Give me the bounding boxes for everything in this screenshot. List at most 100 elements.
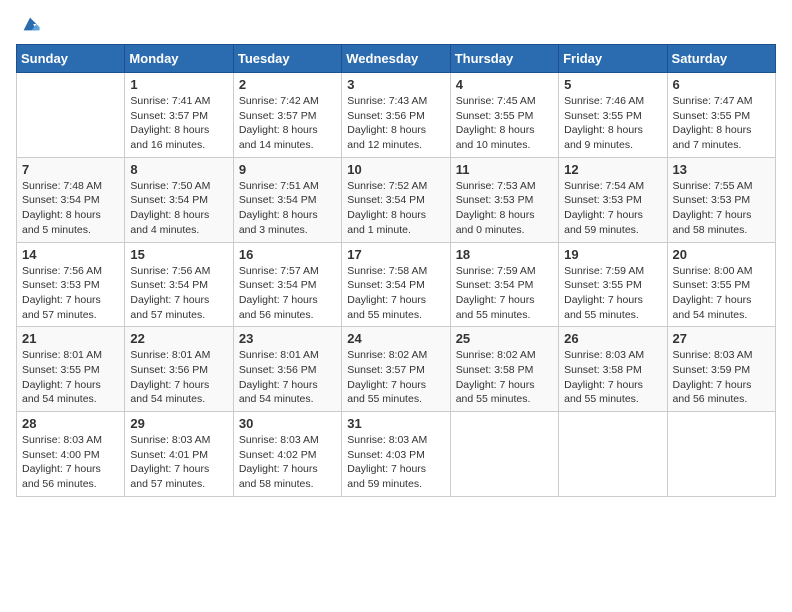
- logo: [16, 16, 40, 32]
- day-number: 13: [673, 162, 770, 177]
- day-info: Sunrise: 7:54 AMSunset: 3:53 PMDaylight:…: [564, 179, 661, 238]
- day-number: 5: [564, 77, 661, 92]
- weekday-header-saturday: Saturday: [667, 45, 775, 73]
- day-info: Sunrise: 7:45 AMSunset: 3:55 PMDaylight:…: [456, 94, 553, 153]
- day-info: Sunrise: 7:50 AMSunset: 3:54 PMDaylight:…: [130, 179, 227, 238]
- calendar-cell: 2Sunrise: 7:42 AMSunset: 3:57 PMDaylight…: [233, 73, 341, 158]
- day-info: Sunrise: 8:02 AMSunset: 3:57 PMDaylight:…: [347, 348, 444, 407]
- day-number: 10: [347, 162, 444, 177]
- calendar-cell: 9 Sunrise: 7:51 AMSunset: 3:54 PMDaylight…: [233, 157, 341, 242]
- calendar-cell: 13 Sunrise: 7:55 AMSunset: 3:53 PMDayligh…: [667, 157, 775, 242]
- weekday-header-friday: Friday: [559, 45, 667, 73]
- calendar-cell: 28Sunrise: 8:03 AMSunset: 4:00 PMDayligh…: [17, 412, 125, 497]
- calendar-cell: [17, 73, 125, 158]
- day-number: 11: [456, 162, 553, 177]
- day-number: 25: [456, 331, 553, 346]
- day-number: 31: [347, 416, 444, 431]
- day-number: 3: [347, 77, 444, 92]
- calendar-cell: 14 Sunrise: 7:56 AMSunset: 3:53 PMDayligh…: [17, 242, 125, 327]
- calendar-cell: 24 Sunrise: 8:02 AMSunset: 3:57 PMDayligh…: [342, 327, 450, 412]
- day-info: Sunrise: 8:01 AMSunset: 3:55 PMDaylight:…: [22, 348, 119, 407]
- day-info: Sunrise: 7:41 AMSunset: 3:57 PMDaylight:…: [130, 94, 227, 153]
- calendar-cell: [450, 412, 558, 497]
- calendar-cell: 23Sunrise: 8:01 AMSunset: 3:56 PMDayligh…: [233, 327, 341, 412]
- day-info: Sunrise: 8:03 AMSunset: 3:59 PMDaylight:…: [673, 348, 770, 407]
- weekday-header-wednesday: Wednesday: [342, 45, 450, 73]
- day-number: 1: [130, 77, 227, 92]
- calendar-cell: 3 Sunrise: 7:43 AMSunset: 3:56 PMDaylight…: [342, 73, 450, 158]
- week-row-3: 14 Sunrise: 7:56 AMSunset: 3:53 PMDayligh…: [17, 242, 776, 327]
- calendar-cell: 5 Sunrise: 7:46 AMSunset: 3:55 PMDaylight…: [559, 73, 667, 158]
- day-number: 18: [456, 247, 553, 262]
- day-info: Sunrise: 8:01 AMSunset: 3:56 PMDaylight:…: [239, 348, 336, 407]
- day-number: 22: [130, 331, 227, 346]
- day-info: Sunrise: 7:59 AMSunset: 3:54 PMDaylight:…: [456, 264, 553, 323]
- day-info: Sunrise: 8:00 AMSunset: 3:55 PMDaylight:…: [673, 264, 770, 323]
- weekday-header-sunday: Sunday: [17, 45, 125, 73]
- day-info: Sunrise: 8:03 AMSunset: 4:03 PMDaylight:…: [347, 433, 444, 492]
- calendar-cell: 21 Sunrise: 8:01 AMSunset: 3:55 PMDayligh…: [17, 327, 125, 412]
- calendar-cell: 19 Sunrise: 7:59 AMSunset: 3:55 PMDayligh…: [559, 242, 667, 327]
- calendar-cell: 1 Sunrise: 7:41 AMSunset: 3:57 PMDaylight…: [125, 73, 233, 158]
- day-info: Sunrise: 8:03 AMSunset: 4:01 PMDaylight:…: [130, 433, 227, 492]
- calendar-cell: 16 Sunrise: 7:57 AMSunset: 3:54 PMDayligh…: [233, 242, 341, 327]
- day-number: 12: [564, 162, 661, 177]
- calendar-cell: 10 Sunrise: 7:52 AMSunset: 3:54 PMDayligh…: [342, 157, 450, 242]
- day-info: Sunrise: 7:48 AMSunset: 3:54 PMDaylight:…: [22, 179, 119, 238]
- day-number: 20: [673, 247, 770, 262]
- day-number: 14: [22, 247, 119, 262]
- day-info: Sunrise: 7:43 AMSunset: 3:56 PMDaylight:…: [347, 94, 444, 153]
- page-header: [16, 16, 776, 32]
- day-number: 17: [347, 247, 444, 262]
- calendar-cell: 17 Sunrise: 7:58 AMSunset: 3:54 PMDayligh…: [342, 242, 450, 327]
- calendar-cell: [667, 412, 775, 497]
- day-number: 29: [130, 416, 227, 431]
- day-number: 24: [347, 331, 444, 346]
- day-info: Sunrise: 8:03 AMSunset: 3:58 PMDaylight:…: [564, 348, 661, 407]
- calendar-cell: [559, 412, 667, 497]
- week-row-2: 7 Sunrise: 7:48 AMSunset: 3:54 PMDaylight…: [17, 157, 776, 242]
- day-number: 16: [239, 247, 336, 262]
- calendar-cell: 22 Sunrise: 8:01 AMSunset: 3:56 PMDayligh…: [125, 327, 233, 412]
- day-info: Sunrise: 7:47 AMSunset: 3:55 PMDaylight:…: [673, 94, 770, 153]
- weekday-header-thursday: Thursday: [450, 45, 558, 73]
- calendar-cell: 29 Sunrise: 8:03 AMSunset: 4:01 PMDayligh…: [125, 412, 233, 497]
- calendar-cell: 26 Sunrise: 8:03 AMSunset: 3:58 PMDayligh…: [559, 327, 667, 412]
- week-row-1: 1 Sunrise: 7:41 AMSunset: 3:57 PMDaylight…: [17, 73, 776, 158]
- day-info: Sunrise: 7:46 AMSunset: 3:55 PMDaylight:…: [564, 94, 661, 153]
- calendar-cell: 12 Sunrise: 7:54 AMSunset: 3:53 PMDayligh…: [559, 157, 667, 242]
- day-number: 27: [673, 331, 770, 346]
- day-number: 26: [564, 331, 661, 346]
- weekday-header-row: SundayMondayTuesdayWednesdayThursdayFrid…: [17, 45, 776, 73]
- day-number: 7: [22, 162, 119, 177]
- day-number: 9: [239, 162, 336, 177]
- day-info: Sunrise: 7:56 AMSunset: 3:53 PMDaylight:…: [22, 264, 119, 323]
- calendar-cell: 20 Sunrise: 8:00 AMSunset: 3:55 PMDayligh…: [667, 242, 775, 327]
- day-info: Sunrise: 8:02 AMSunset: 3:58 PMDaylight:…: [456, 348, 553, 407]
- week-row-5: 28Sunrise: 8:03 AMSunset: 4:00 PMDayligh…: [17, 412, 776, 497]
- day-info: Sunrise: 7:51 AMSunset: 3:54 PMDaylight:…: [239, 179, 336, 238]
- day-info: Sunrise: 8:03 AMSunset: 4:00 PMDaylight:…: [22, 433, 119, 492]
- day-number: 8: [130, 162, 227, 177]
- logo-icon: [20, 16, 40, 32]
- day-info: Sunrise: 7:52 AMSunset: 3:54 PMDaylight:…: [347, 179, 444, 238]
- day-info: Sunrise: 8:01 AMSunset: 3:56 PMDaylight:…: [130, 348, 227, 407]
- calendar-cell: 8 Sunrise: 7:50 AMSunset: 3:54 PMDaylight…: [125, 157, 233, 242]
- day-info: Sunrise: 8:03 AMSunset: 4:02 PMDaylight:…: [239, 433, 336, 492]
- day-info: Sunrise: 7:42 AMSunset: 3:57 PMDaylight:…: [239, 94, 336, 153]
- calendar-cell: 30Sunrise: 8:03 AMSunset: 4:02 PMDayligh…: [233, 412, 341, 497]
- weekday-header-monday: Monday: [125, 45, 233, 73]
- calendar-table: SundayMondayTuesdayWednesdayThursdayFrid…: [16, 44, 776, 497]
- calendar-cell: 4Sunrise: 7:45 AMSunset: 3:55 PMDaylight…: [450, 73, 558, 158]
- day-number: 19: [564, 247, 661, 262]
- calendar-cell: 18 Sunrise: 7:59 AMSunset: 3:54 PMDayligh…: [450, 242, 558, 327]
- day-number: 15: [130, 247, 227, 262]
- day-info: Sunrise: 7:57 AMSunset: 3:54 PMDaylight:…: [239, 264, 336, 323]
- calendar-cell: 31 Sunrise: 8:03 AMSunset: 4:03 PMDayligh…: [342, 412, 450, 497]
- day-info: Sunrise: 7:55 AMSunset: 3:53 PMDaylight:…: [673, 179, 770, 238]
- day-info: Sunrise: 7:58 AMSunset: 3:54 PMDaylight:…: [347, 264, 444, 323]
- day-number: 21: [22, 331, 119, 346]
- calendar-cell: 7 Sunrise: 7:48 AMSunset: 3:54 PMDaylight…: [17, 157, 125, 242]
- day-info: Sunrise: 7:59 AMSunset: 3:55 PMDaylight:…: [564, 264, 661, 323]
- calendar-cell: 6Sunrise: 7:47 AMSunset: 3:55 PMDaylight…: [667, 73, 775, 158]
